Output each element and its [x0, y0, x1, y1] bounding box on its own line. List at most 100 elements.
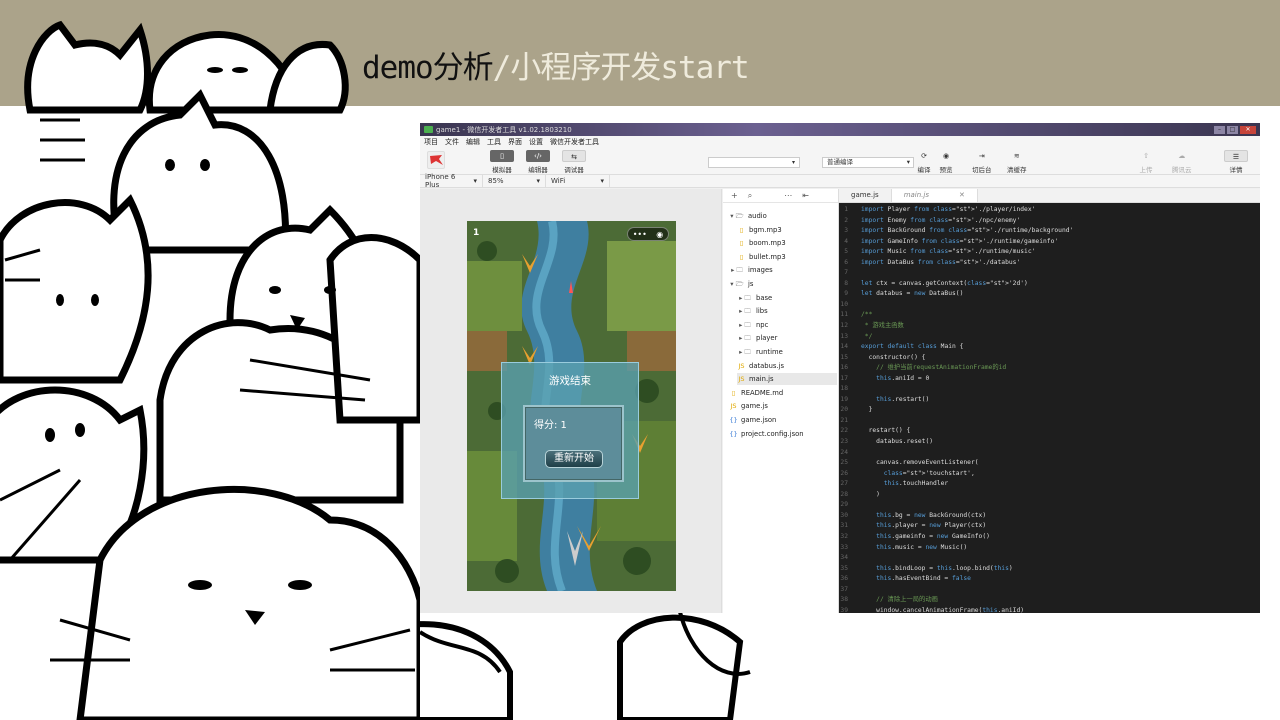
line-number: 10	[840, 300, 848, 308]
file-tree-item[interactable]: {} game.json	[729, 414, 776, 426]
code-text: )	[861, 490, 880, 498]
upload-button[interactable]: ⇧ 上传	[1139, 150, 1153, 174]
line-number: 29	[840, 501, 848, 509]
more-icon[interactable]: •••	[633, 230, 647, 239]
debugger-button[interactable]: ⇆ 调试器	[562, 150, 586, 174]
preview-button[interactable]: ◉ 预览	[939, 150, 953, 174]
menu-project[interactable]: 项目	[424, 137, 438, 147]
line-number: 8	[844, 279, 848, 287]
file-tree-item[interactable]: ▯ README.md	[729, 387, 783, 399]
more-icon[interactable]: ⋯	[784, 191, 792, 200]
code-text: this.bindLoop = this.loop.bind(this)	[876, 564, 1013, 572]
code-text: this.aniId = 0	[876, 374, 930, 382]
file-tree-item[interactable]: ▸ 🗀 player	[737, 332, 777, 344]
file-tree-item[interactable]: JS game.js	[729, 400, 767, 412]
file-tree-item[interactable]: ▯ bullet.mp3	[737, 251, 786, 263]
file-tree-item[interactable]: JS databus.js	[737, 360, 784, 372]
file-tree-item[interactable]: ▸ 🗀 libs	[737, 305, 768, 317]
menu-view[interactable]: 界面	[508, 137, 522, 147]
file-tree-item[interactable]: ▾ 🗁 audio	[729, 210, 767, 222]
network-select[interactable]: WiFi ▾	[546, 175, 610, 187]
file-tree-item[interactable]: ▯ boom.mp3	[737, 237, 786, 249]
tab-main-js-label: main.js	[903, 191, 929, 199]
avatar[interactable]	[427, 151, 445, 169]
json-file-icon: {}	[729, 416, 738, 424]
code-text: this.hasEventBind = false	[876, 575, 971, 583]
code-text: * 游戏主函数	[861, 322, 904, 330]
code-text: import Music from class="st">'./runtime/…	[861, 248, 1036, 256]
refresh-icon: ⟳	[921, 152, 927, 160]
maximize-icon[interactable]: □	[1227, 125, 1238, 134]
add-icon[interactable]: +	[731, 191, 738, 200]
miniprogram-capsule[interactable]: ••• ◉	[627, 227, 669, 241]
project-select[interactable]: ▾	[708, 157, 800, 168]
menu-edit[interactable]: 编辑	[466, 137, 480, 147]
simulator-button[interactable]: ▯ 模拟器	[490, 150, 514, 174]
menu-settings[interactable]: 设置	[529, 137, 543, 147]
code-line: 20 }	[839, 405, 1260, 416]
clear-cache-button[interactable]: ≋ 清缓存	[1007, 150, 1027, 174]
menu-devtools[interactable]: 微信开发者工具	[550, 137, 599, 147]
search-icon[interactable]: ⌕	[748, 191, 752, 201]
folder-icon: ▸ 🗀	[739, 334, 751, 343]
file-tree-item[interactable]: ▸ 🗀 runtime	[737, 346, 783, 358]
line-number: 1	[844, 206, 848, 213]
phone-icon: ▯	[490, 150, 514, 162]
code-line: 12 * 游戏主函数	[839, 321, 1260, 332]
line-number: 31	[840, 522, 848, 530]
code-line: 38 // 清除上一局的动画	[839, 595, 1260, 606]
editor-button[interactable]: ‹/› 编辑器	[526, 150, 550, 174]
wechat-devtools-window: game1 - 微信开发者工具 v1.02.1803210 – □ ✕ 项目 文…	[420, 123, 1260, 613]
close-tab-icon[interactable]: ✕	[959, 191, 965, 199]
line-number: 13	[840, 332, 848, 340]
code-content[interactable]: 1 import Player from class="st">'./player…	[839, 203, 1260, 613]
line-number: 23	[840, 438, 848, 446]
file-icon: ▯	[739, 239, 744, 248]
file-icon: ▯	[739, 225, 744, 234]
code-line: 6 import DataBus from class="st">'./datab…	[839, 258, 1260, 269]
collapse-icon[interactable]: ⇤	[802, 191, 809, 200]
tab-main-js[interactable]: main.js ✕	[891, 189, 978, 202]
file-tree-item[interactable]: ▸ 🗀 images	[729, 264, 773, 276]
file-tree-item[interactable]: ▸ 🗀 npc	[737, 319, 768, 331]
compile-button[interactable]: ⟳ 编译	[917, 150, 931, 174]
line-number: 17	[840, 374, 848, 382]
eye-icon: ◉	[942, 152, 950, 160]
code-line: 9 let databus = new DataBus()	[839, 289, 1260, 300]
menu-tools[interactable]: 工具	[487, 137, 501, 147]
code-text: // 维护当前requestAnimationFrame的id	[861, 364, 1007, 372]
code-line: 17 this.aniId = 0	[839, 374, 1260, 385]
close-circle-icon[interactable]: ◉	[656, 230, 663, 239]
file-name: js	[748, 280, 754, 288]
code-text: */	[861, 332, 873, 340]
details-button[interactable]: ☰ 详情	[1224, 150, 1248, 174]
line-number: 4	[844, 237, 848, 245]
compile-mode-select[interactable]: 普通编译 ▾	[822, 157, 914, 168]
device-select[interactable]: iPhone 6 Plus ▾	[420, 173, 483, 189]
file-tree-item[interactable]: ▯ bgm.mp3	[737, 224, 782, 236]
file-tree-item[interactable]: JS main.js	[737, 373, 837, 386]
file-tree-item[interactable]: {} project.config.json	[729, 428, 803, 440]
menu-file[interactable]: 文件	[445, 137, 459, 147]
network-value: WiFi	[551, 177, 566, 185]
close-icon[interactable]: ✕	[1240, 125, 1256, 134]
minimize-icon[interactable]: –	[1214, 125, 1225, 134]
file-tree-item[interactable]: ▸ 🗀 base	[737, 292, 772, 304]
js-file-icon: JS	[738, 361, 745, 370]
slide-title: demo分析/小程序开发start	[362, 42, 750, 87]
zoom-select[interactable]: 85% ▾	[483, 175, 546, 187]
game-screen[interactable]: 1 ••• ◉ 游戏结束 得分: 1 重新开始	[467, 221, 676, 591]
restart-button[interactable]: 重新开始	[545, 450, 603, 468]
code-line: 5 import Music from class="st">'./runtime…	[839, 247, 1260, 258]
file-tree-item[interactable]: ▾ 🗁 js	[729, 278, 753, 290]
code-line: 1 import Player from class="st">'./player…	[839, 205, 1260, 216]
code-line: 25 canvas.removeEventListener(	[839, 458, 1260, 469]
code-line: 23 databus.reset()	[839, 437, 1260, 448]
tab-game-js[interactable]: game.js	[839, 189, 892, 202]
window-titlebar: game1 - 微信开发者工具 v1.02.1803210 – □ ✕	[420, 123, 1260, 136]
folder-open-icon: ▾ 🗁	[730, 212, 744, 220]
cloud-button[interactable]: ☁ 腾讯云	[1172, 150, 1192, 174]
background-button[interactable]: ⇥ 切后台	[972, 150, 992, 174]
line-number: 25	[840, 459, 848, 467]
code-line: 33 this.music = new Music()	[839, 543, 1260, 554]
